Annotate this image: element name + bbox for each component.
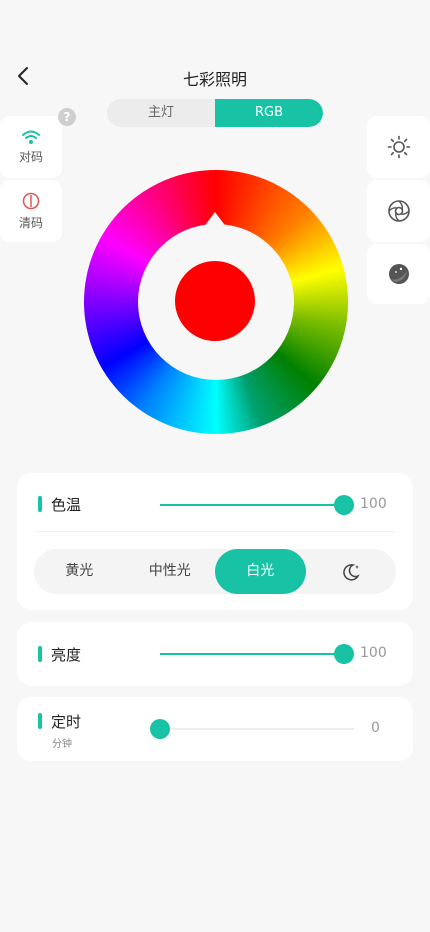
section-marker [38,646,42,662]
color-wheel-pointer[interactable] [203,212,227,228]
color-temp-label: 色温 [51,496,82,514]
brightness-value: 100 [360,645,387,661]
timer-slider[interactable] [150,719,354,739]
color-temp-fill [160,504,344,506]
brightness-label: 亮度 [51,646,82,664]
color-temp-value: 100 [360,496,387,512]
wifi-icon [22,130,40,144]
night-light-button[interactable] [306,549,397,594]
light-mode-selector: 黄光 中性光 白光 [34,549,396,594]
night-mode-button[interactable] [367,244,430,304]
brightness-slider[interactable] [160,644,354,664]
moon-icon [342,563,360,581]
aperture-icon [387,200,410,222]
warm-light-button[interactable]: 黄光 [34,549,125,594]
timer-value: 0 [371,720,380,736]
section-marker [38,496,42,512]
aperture-mode-button[interactable] [367,180,430,242]
mode-tabs: 主灯 RGB [107,99,323,127]
tab-main-light[interactable]: 主灯 [107,99,215,127]
pair-button[interactable]: 对码 [0,116,62,178]
timer-knob[interactable] [150,719,170,739]
section-marker [38,713,42,729]
color-temp-panel: 色温 100 黄光 中性光 白光 [17,473,413,610]
sun-icon [387,135,410,159]
timer-panel: 定时 分钟 0 [17,697,413,761]
color-temp-slider[interactable] [160,495,354,515]
help-icon[interactable]: ? [58,108,76,126]
brightness-knob[interactable] [334,644,354,664]
white-light-button[interactable]: 白光 [215,549,306,594]
color-temp-knob[interactable] [334,495,354,515]
brightness-fill [160,653,344,655]
timer-label: 定时 [51,713,82,731]
tab-rgb[interactable]: RGB [215,99,323,127]
power-icon [22,192,40,210]
page-title: 七彩照明 [182,70,247,89]
sun-mode-button[interactable] [367,116,430,178]
pair-label: 对码 [18,150,43,164]
moon-stars-icon [388,264,409,284]
clear-code-label: 清码 [18,216,43,230]
brightness-panel: 亮度 100 [17,622,413,686]
timer-unit: 分钟 [52,739,72,750]
neutral-light-button[interactable]: 中性光 [125,549,216,594]
divider [35,531,395,532]
selected-color-preview [175,261,255,341]
clear-code-button[interactable]: 清码 [0,180,62,242]
